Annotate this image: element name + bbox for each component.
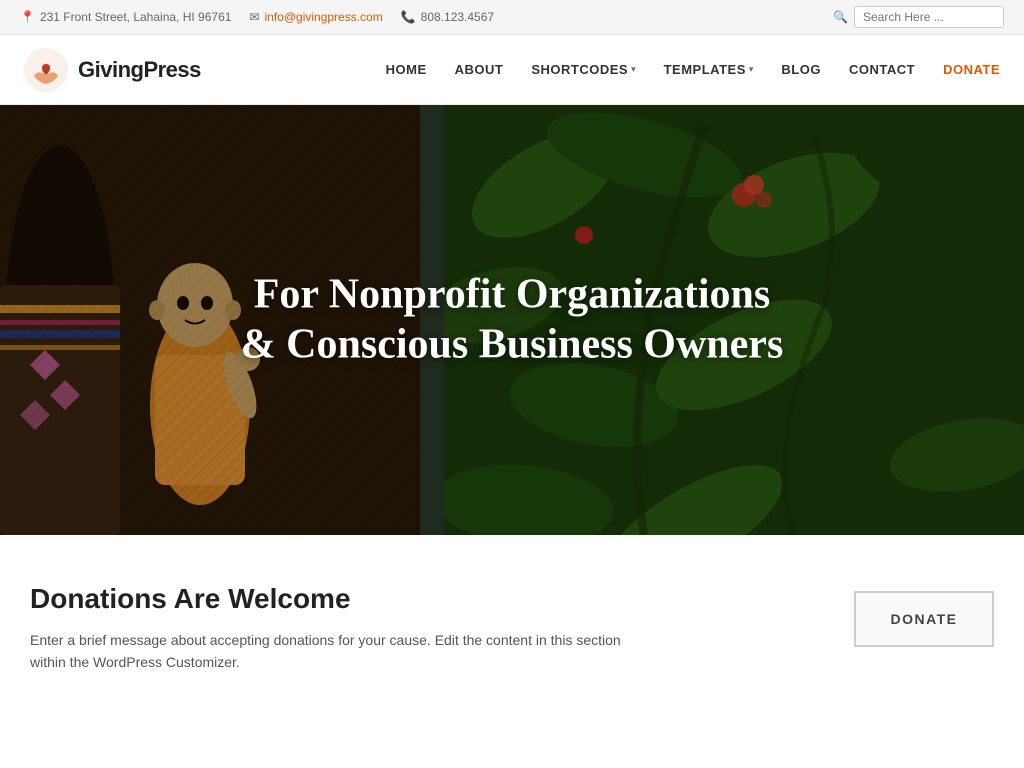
email-link[interactable]: info@givingpress.com	[264, 10, 382, 24]
donation-text-block: Donations Are Welcome Enter a brief mess…	[30, 583, 630, 674]
search-area: 🔍	[833, 6, 1004, 28]
nav-shortcodes[interactable]: SHORTCODES	[531, 62, 628, 77]
nav-templates[interactable]: TEMPLATES	[664, 62, 746, 77]
address-item: 📍 231 Front Street, Lahaina, HI 96761	[20, 10, 231, 24]
site-header: GivingPress HOME ABOUT SHORTCODES ▾ TEMP…	[0, 35, 1024, 105]
nav-about[interactable]: ABOUT	[455, 62, 504, 77]
top-bar: 📍 231 Front Street, Lahaina, HI 96761 ✉ …	[0, 0, 1024, 35]
donation-title: Donations Are Welcome	[30, 583, 630, 615]
hero-title-line1: For Nonprofit Organizations	[254, 272, 770, 318]
nav-templates-wrapper[interactable]: TEMPLATES ▾	[664, 62, 754, 77]
main-nav: HOME ABOUT SHORTCODES ▾ TEMPLATES ▾ BLOG…	[386, 62, 1000, 77]
hero-text-block: For Nonprofit Organizations & Conscious …	[202, 270, 822, 371]
search-input[interactable]	[854, 6, 1004, 28]
nav-donate[interactable]: DONATE	[943, 62, 1000, 77]
hero-title-line2: & Conscious Business Owners	[241, 322, 784, 368]
phone-item: 📞 808.123.4567	[401, 10, 494, 24]
logo-icon	[24, 48, 68, 92]
nav-contact[interactable]: CONTACT	[849, 62, 915, 77]
shortcodes-chevron-icon: ▾	[631, 64, 636, 75]
donation-description: Enter a brief message about accepting do…	[30, 629, 630, 674]
location-icon: 📍	[20, 10, 35, 24]
hero-section: For Nonprofit Organizations & Conscious …	[0, 105, 1024, 535]
nav-blog[interactable]: BLOG	[781, 62, 821, 77]
logo-text: GivingPress	[78, 57, 201, 83]
donate-button[interactable]: DONATE	[854, 591, 994, 647]
email-item[interactable]: ✉ info@givingpress.com	[249, 10, 382, 24]
logo-link[interactable]: GivingPress	[24, 48, 201, 92]
phone-icon: 📞	[401, 10, 416, 24]
nav-home[interactable]: HOME	[386, 62, 427, 77]
search-icon: 🔍	[833, 10, 848, 24]
templates-chevron-icon: ▾	[749, 64, 754, 75]
nav-shortcodes-wrapper[interactable]: SHORTCODES ▾	[531, 62, 635, 77]
donation-section: Donations Are Welcome Enter a brief mess…	[0, 535, 1024, 714]
top-bar-left: 📍 231 Front Street, Lahaina, HI 96761 ✉ …	[20, 10, 494, 24]
email-icon: ✉	[249, 10, 259, 24]
address-text: 231 Front Street, Lahaina, HI 96761	[40, 10, 231, 24]
hero-title: For Nonprofit Organizations & Conscious …	[202, 270, 822, 371]
phone-text: 808.123.4567	[421, 10, 494, 24]
